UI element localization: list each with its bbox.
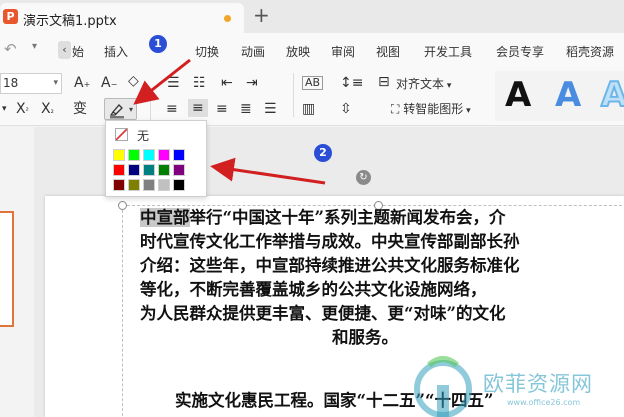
document-title: 演示文稿1.pptx <box>23 14 117 29</box>
smartart-icon: ⛶ <box>391 102 400 116</box>
chevron-down-icon: ▾ <box>128 105 133 114</box>
color-swatch[interactable] <box>158 179 170 191</box>
text-line: 等化，不断完善覆盖城乡的公共文化设施网络， <box>140 280 487 299</box>
quick-access-dropdown-icon[interactable]: ▾ <box>32 41 37 52</box>
smartart-label: 转智能图形 <box>403 102 464 116</box>
slide-thumbnail[interactable] <box>0 211 14 327</box>
color-swatch[interactable] <box>143 164 155 176</box>
wordart-style-blue[interactable]: A <box>555 75 581 115</box>
tab-animation[interactable]: 动画 <box>241 43 265 60</box>
color-swatch[interactable] <box>143 179 155 191</box>
line-spacing-icon[interactable]: ↕≡ <box>340 75 363 91</box>
tab-view[interactable]: 视图 <box>376 43 400 60</box>
align-text-label: 对齐文本 <box>396 77 445 91</box>
subscript-icon[interactable]: X₂ <box>41 101 54 119</box>
highlighter-icon <box>109 104 124 119</box>
bullet-list-icon[interactable]: ☰ <box>167 75 180 91</box>
color-swatch[interactable] <box>128 179 140 191</box>
wordart-style-outline[interactable]: A <box>600 74 624 116</box>
justify-icon[interactable]: ≣ <box>240 101 252 117</box>
resize-handle[interactable] <box>118 201 127 210</box>
phonetic-guide-icon[interactable]: 变 <box>73 101 87 117</box>
text-line: 为人民群众提供更丰富、更便捷、更“对味”的文化 <box>140 304 506 323</box>
rotate-handle[interactable]: ↻ <box>356 170 371 185</box>
highlighted-text: 中宣部 <box>140 208 190 227</box>
document-tab[interactable]: P 演示文稿1.pptx <box>0 3 244 33</box>
numbered-list-icon[interactable]: ☷ <box>193 75 206 91</box>
text-line: 中宣部举行“中国这十年”系列主题新闻发布会，介 <box>140 208 506 227</box>
tab-review[interactable]: 审阅 <box>331 43 355 60</box>
align-center-icon[interactable]: ≡ <box>188 99 208 117</box>
color-swatch-grid <box>113 149 201 191</box>
highlight-color-popup: 无 <box>105 120 207 197</box>
color-swatch[interactable] <box>158 149 170 161</box>
text-line: 时代宣传文化工作举措与成效。中央宣传部副部长孙 <box>140 232 520 251</box>
wordart-style-gallery: A A A <box>495 71 624 121</box>
slide-thumbnail-panel <box>0 127 34 417</box>
divider <box>150 98 151 120</box>
tab-transitions[interactable]: 切换 <box>195 43 219 60</box>
columns-icon[interactable]: ▥ <box>302 101 315 117</box>
text-direction-icon[interactable]: AB <box>302 76 324 90</box>
color-swatch[interactable] <box>173 149 185 161</box>
font-size-select[interactable]: 18 ▾ <box>0 73 62 94</box>
wordart-style-black[interactable]: A <box>505 75 531 115</box>
step-1-badge: 1 <box>149 35 167 53</box>
color-swatch[interactable] <box>113 164 125 176</box>
slide-body-text[interactable]: 中宣部举行“中国这十年”系列主题新闻发布会，介 时代宣传文化工作举措与成效。中央… <box>140 206 624 350</box>
color-swatch[interactable] <box>173 164 185 176</box>
font-dropdown-icon[interactable]: ▾ <box>2 101 7 117</box>
divider <box>293 73 294 117</box>
increase-indent-icon[interactable]: ⇥ <box>246 75 258 91</box>
tab-home[interactable]: 始 <box>72 43 84 60</box>
color-swatch[interactable] <box>158 164 170 176</box>
color-swatch[interactable] <box>128 164 140 176</box>
wps-presentation-logo: P <box>3 9 18 24</box>
increase-font-size-icon[interactable]: A+ <box>74 75 90 93</box>
no-color-label: 无 <box>137 129 150 143</box>
watermark-logo <box>414 356 472 417</box>
distributed-align-icon[interactable]: ☰ <box>264 101 277 117</box>
clear-formatting-icon[interactable]: ◇ <box>128 73 139 89</box>
watermark-text: 欧菲资源网 <box>483 372 593 396</box>
align-left-icon[interactable]: ≡ <box>166 101 178 117</box>
text-highlight-button[interactable]: ▾ <box>104 98 137 120</box>
chevron-down-icon: ▾ <box>53 78 58 88</box>
tab-slideshow[interactable]: 放映 <box>286 43 310 60</box>
tab-docer-resources[interactable]: 稻壳资源 <box>566 43 614 60</box>
text-line: 和服务。 <box>332 328 398 347</box>
superscript-icon[interactable]: X² <box>16 101 29 119</box>
color-swatch[interactable] <box>113 179 125 191</box>
color-swatch[interactable] <box>113 149 125 161</box>
new-tab-button[interactable]: + <box>253 4 270 26</box>
no-color-icon <box>115 128 128 141</box>
step-2-badge: 2 <box>314 144 332 162</box>
paragraph-spacing-icon[interactable]: ⇳ <box>340 101 352 117</box>
text-line: 介绍：这些年，中宣部持续推进公共文化服务标准化 <box>140 256 520 275</box>
undo-icon[interactable]: ↶ <box>4 40 17 58</box>
decrease-font-size-icon[interactable]: A− <box>101 75 117 93</box>
tab-insert[interactable]: 插入 <box>104 43 128 60</box>
align-text-icon[interactable]: ⊟ <box>378 74 390 90</box>
color-swatch[interactable] <box>173 179 185 191</box>
tab-developer[interactable]: 开发工具 <box>424 43 472 60</box>
decrease-indent-icon[interactable]: ⇤ <box>221 75 233 91</box>
watermark: 欧菲资源网 www.office26.com <box>405 355 624 417</box>
ribbon: ↶ ▾ ‹ 始 插入 切换 动画 放映 审阅 视图 开发工具 会员专享 稻壳资源… <box>0 33 624 126</box>
color-swatch[interactable] <box>143 149 155 161</box>
color-swatch[interactable] <box>128 149 140 161</box>
align-text-button[interactable]: 对齐文本 ▾ <box>396 75 451 92</box>
title-bar: P 演示文稿1.pptx + <box>0 0 624 33</box>
convert-smartart-button[interactable]: ⛶ 转智能图形 ▾ <box>391 100 471 117</box>
unsaved-indicator <box>224 15 231 22</box>
watermark-url: www.office26.com <box>507 398 581 407</box>
font-size-value: 18 <box>3 76 19 90</box>
align-right-icon[interactable]: ≡ <box>216 101 228 117</box>
menu-scroll-left-button[interactable]: ‹ <box>58 41 71 59</box>
tab-member[interactable]: 会员专享 <box>496 43 544 60</box>
